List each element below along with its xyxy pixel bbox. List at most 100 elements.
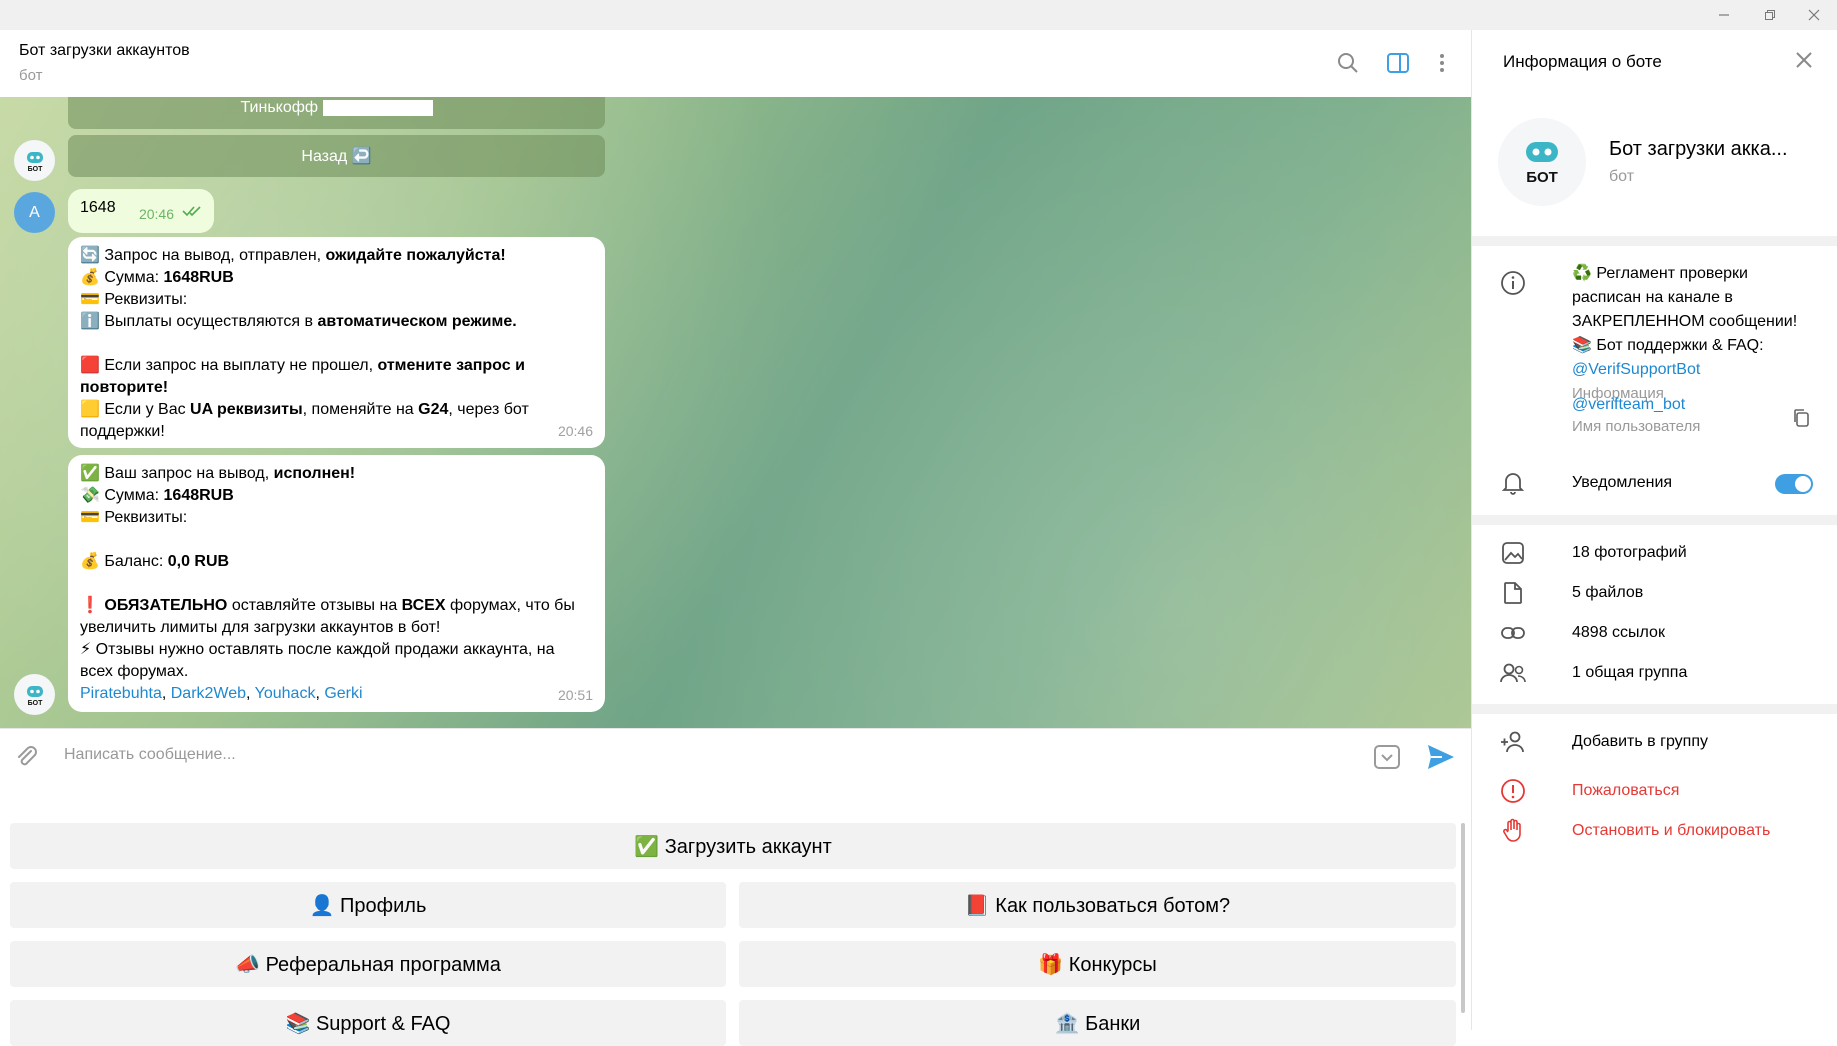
block-hand-icon <box>1498 816 1528 846</box>
description-line: ЗАКРЕПЛЕННОМ сообщении! <box>1572 313 1798 330</box>
link-dark2web[interactable]: Dark2Web <box>171 685 246 702</box>
support-faq-button[interactable]: 📚 Support & FAQ <box>10 1000 726 1046</box>
link-gerki[interactable]: Gerki <box>324 685 362 702</box>
inline-button-tinkoff[interactable]: Тинькофф <box>68 97 605 129</box>
message-bold-text: 0,0 RUB <box>167 553 230 570</box>
user-avatar[interactable]: A <box>14 192 55 233</box>
chat-title[interactable]: Бот загрузки аккаунтов <box>19 42 190 60</box>
bot-avatar[interactable]: БОТ <box>14 674 55 715</box>
link-icon <box>1498 618 1528 648</box>
divider <box>1472 515 1837 525</box>
message-text: 💳 Реквизиты: <box>80 509 192 526</box>
sidebar-toggle-icon[interactable] <box>1385 50 1411 76</box>
report-button[interactable]: Пожаловаться <box>1572 782 1679 800</box>
message-bold-text: автоматическом режиме. <box>317 313 517 330</box>
panel-title: Информация о боте <box>1503 52 1662 71</box>
more-vertical-icon[interactable] <box>1429 50 1455 76</box>
keyboard-scrollbar[interactable] <box>1461 823 1465 1013</box>
message-text: ⚡ Отзывы нужно оставлять после каждой пр… <box>80 641 555 658</box>
message-input[interactable]: Написать сообщение... <box>64 746 236 764</box>
reply-keyboard: ✅ Загрузить аккаунт 👤 Профиль 📕 Как поль… <box>0 784 1471 1046</box>
user-message-bubble[interactable]: 1648 20:46 <box>68 189 214 233</box>
message-time: 20:46 <box>138 206 174 222</box>
message-bold-text: повторите! <box>80 379 169 396</box>
message-bold-text: ВСЕХ <box>401 597 446 614</box>
message-text: увеличить лимиты для загрузки аккаунтов … <box>80 619 441 636</box>
add-to-group-button[interactable]: Добавить в группу <box>1572 733 1708 751</box>
bot-info-panel: Информация о боте БОТ Бот загрузки акка.… <box>1471 30 1837 1030</box>
message-text: 💰 Сумма: <box>80 269 164 286</box>
send-icon[interactable] <box>1426 743 1456 776</box>
notifications-toggle[interactable] <box>1775 474 1813 494</box>
referral-button[interactable]: 📣 Реферальная программа <box>10 941 726 987</box>
bell-icon <box>1498 468 1528 498</box>
bot-message-withdraw-request[interactable]: 🔄 Запрос на вывод, отправлен, ожидайте п… <box>68 237 605 448</box>
message-text: всех форумах. <box>80 663 189 680</box>
profile-button[interactable]: 👤 Профиль <box>10 882 726 928</box>
file-icon <box>1498 578 1528 608</box>
message-text: 💸 Сумма: <box>80 487 164 504</box>
search-icon[interactable] <box>1335 50 1361 76</box>
attach-icon[interactable] <box>14 744 40 775</box>
redacted-text <box>322 100 433 116</box>
message-text: , поменяйте на <box>302 401 419 418</box>
message-text: 🟨 Если у Вас <box>80 401 191 418</box>
bot-message-withdraw-complete[interactable]: ✅ Ваш запрос на вывод, исполнен! 💸 Сумма… <box>68 455 605 712</box>
message-input-bar: Написать сообщение... <box>0 728 1471 785</box>
message-bold-text: отмените запрос и <box>377 357 525 374</box>
redacted-text <box>191 293 322 306</box>
window-titlebar <box>0 0 1837 30</box>
bot-description: ♻️ Регламент проверки расписан на канале… <box>1572 262 1812 406</box>
window-close-icon[interactable] <box>1791 0 1837 30</box>
message-text: 💰 Баланс: <box>80 553 168 570</box>
bot-avatar[interactable]: БОТ <box>14 140 55 181</box>
read-checkmarks-icon <box>182 202 204 224</box>
photos-link[interactable]: 18 фотографий <box>1572 544 1687 562</box>
links-count-link[interactable]: 4898 ссылок <box>1572 624 1665 642</box>
copy-icon[interactable] <box>1792 408 1810 433</box>
username-link[interactable]: @verifteam_bot <box>1572 396 1685 414</box>
message-text: форумах, что бы <box>445 597 575 614</box>
upload-account-button[interactable]: ✅ Загрузить аккаунт <box>10 823 1456 869</box>
support-bot-link[interactable]: @VerifSupportBot <box>1572 358 1812 382</box>
message-text: 🟥 Если запрос на выплату не прошел, <box>80 357 378 374</box>
message-text: 💳 Реквизиты: <box>80 291 192 308</box>
banks-button[interactable]: 🏦 Банки <box>739 1000 1456 1046</box>
files-link[interactable]: 5 файлов <box>1572 584 1643 602</box>
message-text: ℹ️ Выплаты осуществляются в <box>80 313 318 330</box>
restore-icon[interactable] <box>1747 0 1793 30</box>
bot-name: Бот загрузки акка... <box>1609 138 1788 160</box>
description-line: ♻️ Регламент проверки <box>1572 265 1748 282</box>
notifications-label: Уведомления <box>1572 474 1673 491</box>
group-icon <box>1498 658 1528 688</box>
chat-header: Бот загрузки аккаунтов бот <box>0 30 1471 98</box>
svg-text:БОТ: БОТ <box>1526 169 1558 186</box>
common-groups-link[interactable]: 1 общая группа <box>1572 664 1687 682</box>
chat-background: Тинькофф Назад ↩️ БОТ A 1648 20:46 🔄 Зап… <box>0 97 1471 728</box>
how-to-use-button[interactable]: 📕 Как пользоваться ботом? <box>739 882 1456 928</box>
add-user-icon <box>1498 727 1528 757</box>
message-text: 1648 <box>80 199 116 216</box>
message-time: 20:51 <box>557 687 593 703</box>
message-bold-text: G24 <box>418 401 449 418</box>
bot-type: бот <box>1609 168 1635 185</box>
message-text: поддержки! <box>80 423 165 440</box>
username-caption: Имя пользователя <box>1572 418 1701 435</box>
photo-icon <box>1498 538 1528 568</box>
message-bold-text: ожидайте пожалуйста! <box>325 247 506 264</box>
contests-button[interactable]: 🎁 Конкурсы <box>739 941 1456 987</box>
bot-profile-avatar[interactable]: БОТ <box>1498 118 1586 206</box>
description-line: 📚 Бот поддержки & FAQ: <box>1572 337 1764 354</box>
chat-subtitle: бот <box>19 67 43 84</box>
link-youhack[interactable]: Youhack <box>255 685 316 702</box>
message-text: ✅ Ваш запрос на вывод, <box>80 465 274 482</box>
minimize-icon[interactable] <box>1701 0 1747 30</box>
stop-and-block-button[interactable]: Остановить и блокировать <box>1572 822 1770 840</box>
inline-button-back[interactable]: Назад ↩️ <box>68 135 605 177</box>
divider <box>1472 236 1837 246</box>
close-icon[interactable] <box>1790 46 1818 74</box>
message-text: , через бот <box>448 401 529 418</box>
message-bold-text: UA реквизиты <box>190 401 303 418</box>
link-piratebuhta[interactable]: Piratebuhta <box>80 685 162 702</box>
bot-keyboard-icon[interactable] <box>1373 743 1401 776</box>
